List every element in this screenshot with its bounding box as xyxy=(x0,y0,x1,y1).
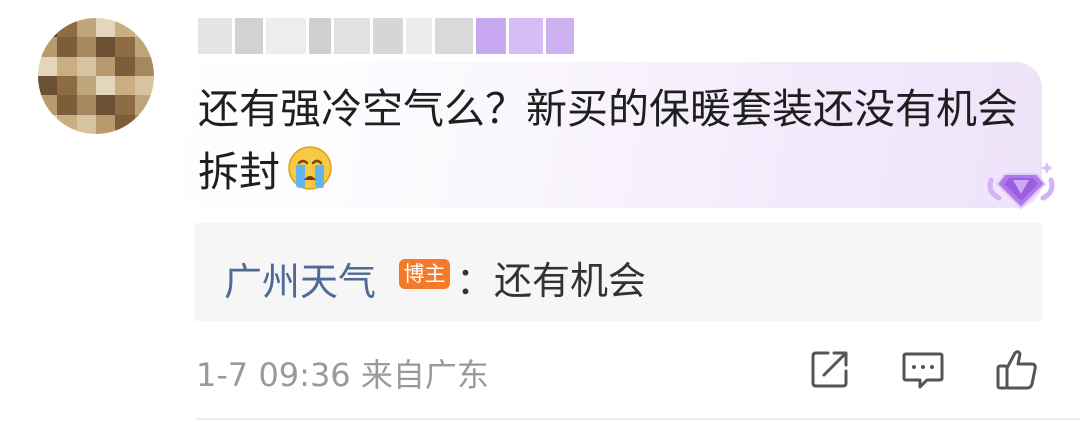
avatar-pixel xyxy=(96,56,116,76)
time-location: 1-7 09:36 来自广东 xyxy=(196,356,489,394)
avatar-pixel xyxy=(38,114,58,134)
username-pixel xyxy=(435,18,473,54)
username-pixel xyxy=(198,18,232,54)
username-pixel xyxy=(235,18,263,54)
avatar-pixel xyxy=(57,18,77,38)
avatar-pixel xyxy=(76,37,96,57)
username-pixelated[interactable] xyxy=(198,18,574,54)
username-pixel xyxy=(266,18,306,54)
username-pixel xyxy=(406,18,432,54)
diamond-badge-icon[interactable] xyxy=(985,158,1057,218)
avatar-pixel xyxy=(76,114,96,134)
avatar-pixel xyxy=(96,76,116,96)
reply-text: ：还有机会 xyxy=(456,259,647,303)
avatar-pixel xyxy=(76,76,96,96)
avatar-pixel xyxy=(115,18,135,38)
avatar-pixel xyxy=(96,37,116,57)
avatar-pixel xyxy=(134,95,154,115)
username-pixel xyxy=(373,18,403,54)
crying-face-icon xyxy=(286,144,334,210)
reply-box[interactable]: 广州天气 博主 ：还有机会 xyxy=(194,223,1042,321)
avatar-pixel xyxy=(38,18,58,38)
avatar-pixel xyxy=(76,18,96,38)
avatar-pixel xyxy=(115,95,135,115)
username-pixel xyxy=(509,18,543,54)
avatar-pixel xyxy=(57,56,77,76)
avatar-pixel xyxy=(38,37,58,57)
blogger-badge: 博主 xyxy=(399,259,450,289)
avatar-pixel xyxy=(38,95,58,115)
avatar-pixel xyxy=(96,95,116,115)
avatar-pixel xyxy=(76,95,96,115)
username-pixel xyxy=(309,18,331,54)
avatar-pixel xyxy=(134,18,154,38)
avatar-pixel xyxy=(38,56,58,76)
avatar-pixel xyxy=(96,18,116,38)
like-icon[interactable] xyxy=(994,347,1040,393)
share-icon[interactable] xyxy=(808,347,854,393)
avatar-pixel xyxy=(96,114,116,134)
user-avatar[interactable] xyxy=(38,18,154,134)
avatar-pixel xyxy=(76,56,96,76)
comment-content: 还有强冷空气么？新买的保暖套装还没有机会拆封 xyxy=(198,78,1018,210)
avatar-pixel xyxy=(115,114,135,134)
avatar-pixel xyxy=(57,114,77,134)
reply-author-link[interactable]: 广州天气 xyxy=(224,251,376,306)
avatar-pixel xyxy=(134,56,154,76)
avatar-pixel xyxy=(115,37,135,57)
avatar-pixel xyxy=(134,37,154,57)
avatar-pixel xyxy=(57,76,77,96)
avatar-pixel xyxy=(57,37,77,57)
avatar-pixel xyxy=(134,76,154,96)
avatar-pixel xyxy=(38,76,58,96)
username-pixel xyxy=(476,18,506,54)
divider xyxy=(196,418,1080,420)
comment-icon[interactable] xyxy=(900,347,946,393)
avatar-pixel xyxy=(115,76,135,96)
username-pixel xyxy=(546,18,574,54)
avatar-pixel xyxy=(134,114,154,134)
username-pixel xyxy=(334,18,370,54)
avatar-pixel xyxy=(57,95,77,115)
avatar-pixel xyxy=(115,56,135,76)
